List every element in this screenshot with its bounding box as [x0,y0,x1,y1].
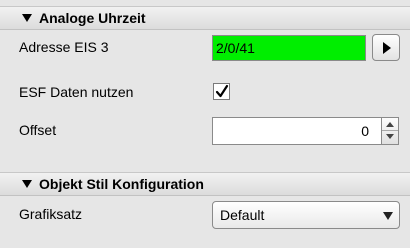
offset-label: Offset [19,122,57,138]
offset-spinner [382,117,399,145]
section-header-object-style[interactable]: Objekt Stil Konfiguration [0,172,410,196]
checkmark-icon [215,84,229,98]
address-label: Adresse EIS 3 [19,39,109,55]
graphics-set-label: Grafiksatz [19,206,83,222]
esf-label: ESF Daten nutzen [19,84,134,100]
address-input[interactable]: 2/0/41 [212,35,366,61]
section-title-object-style: Objekt Stil Konfiguration [39,176,204,192]
play-arrow-icon [383,42,391,54]
spinner-down-button[interactable] [382,131,398,144]
graphics-set-value: Default [220,207,265,223]
section-title-analog-clock: Analoge Uhrzeit [39,10,146,26]
offset-input[interactable]: 0 [212,117,382,145]
section-header-analog-clock[interactable]: Analoge Uhrzeit [0,6,410,30]
address-select-button[interactable] [372,34,400,61]
chevron-down-icon [383,212,393,220]
graphics-set-select[interactable]: Default [212,201,400,229]
arrow-down-icon [386,134,394,139]
properties-panel: Analoge Uhrzeit Adresse EIS 3 2/0/41 ESF… [0,0,410,248]
collapse-triangle-icon[interactable] [22,14,32,22]
spinner-up-button[interactable] [382,118,398,131]
collapse-triangle-icon[interactable] [22,180,32,188]
arrow-up-icon [386,122,394,127]
esf-checkbox[interactable] [213,83,230,100]
